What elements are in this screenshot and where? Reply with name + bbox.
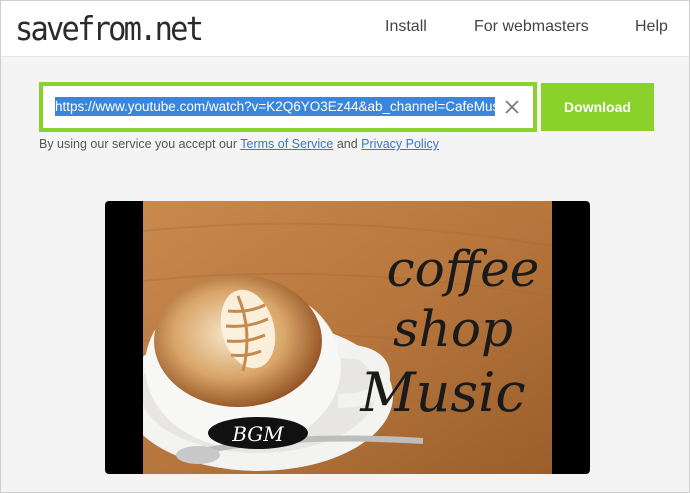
site-header: savefrom.net Install For webmasters Help (1, 1, 689, 57)
thumbnail-title-coffee: coffee (387, 240, 540, 298)
bgm-badge: BGM (208, 417, 308, 449)
terms-and: and (333, 137, 362, 151)
url-input[interactable]: https://www.youtube.com/watch?v=K2Q6YO3E… (55, 97, 495, 117)
thumbnail-title-music: Music (359, 361, 525, 424)
site-logo[interactable]: savefrom.net (15, 9, 204, 48)
terms-prefix: By using our service you accept our (39, 137, 241, 151)
url-input-value: https://www.youtube.com/watch?v=K2Q6YO3E… (55, 97, 495, 116)
url-input-box[interactable]: https://www.youtube.com/watch?v=K2Q6YO3E… (39, 82, 537, 132)
video-thumbnail: BGM coffee shop Music (143, 201, 552, 474)
download-button[interactable]: Download (541, 83, 654, 131)
terms-of-service-link[interactable]: Terms of Service (240, 137, 333, 151)
close-icon[interactable] (503, 98, 521, 116)
browser-viewport: savefrom.net Install For webmasters Help… (0, 0, 690, 493)
thumbnail-title-shop: shop (393, 300, 513, 358)
svg-text:BGM: BGM (231, 422, 284, 446)
nav-install-link[interactable]: Install (385, 18, 427, 36)
video-preview[interactable]: BGM coffee shop Music (105, 201, 590, 474)
nav-help-link[interactable]: Help (635, 18, 668, 36)
nav-webmasters-link[interactable]: For webmasters (474, 18, 589, 36)
terms-notice: By using our service you accept our Term… (39, 137, 439, 151)
privacy-policy-link[interactable]: Privacy Policy (361, 137, 439, 151)
